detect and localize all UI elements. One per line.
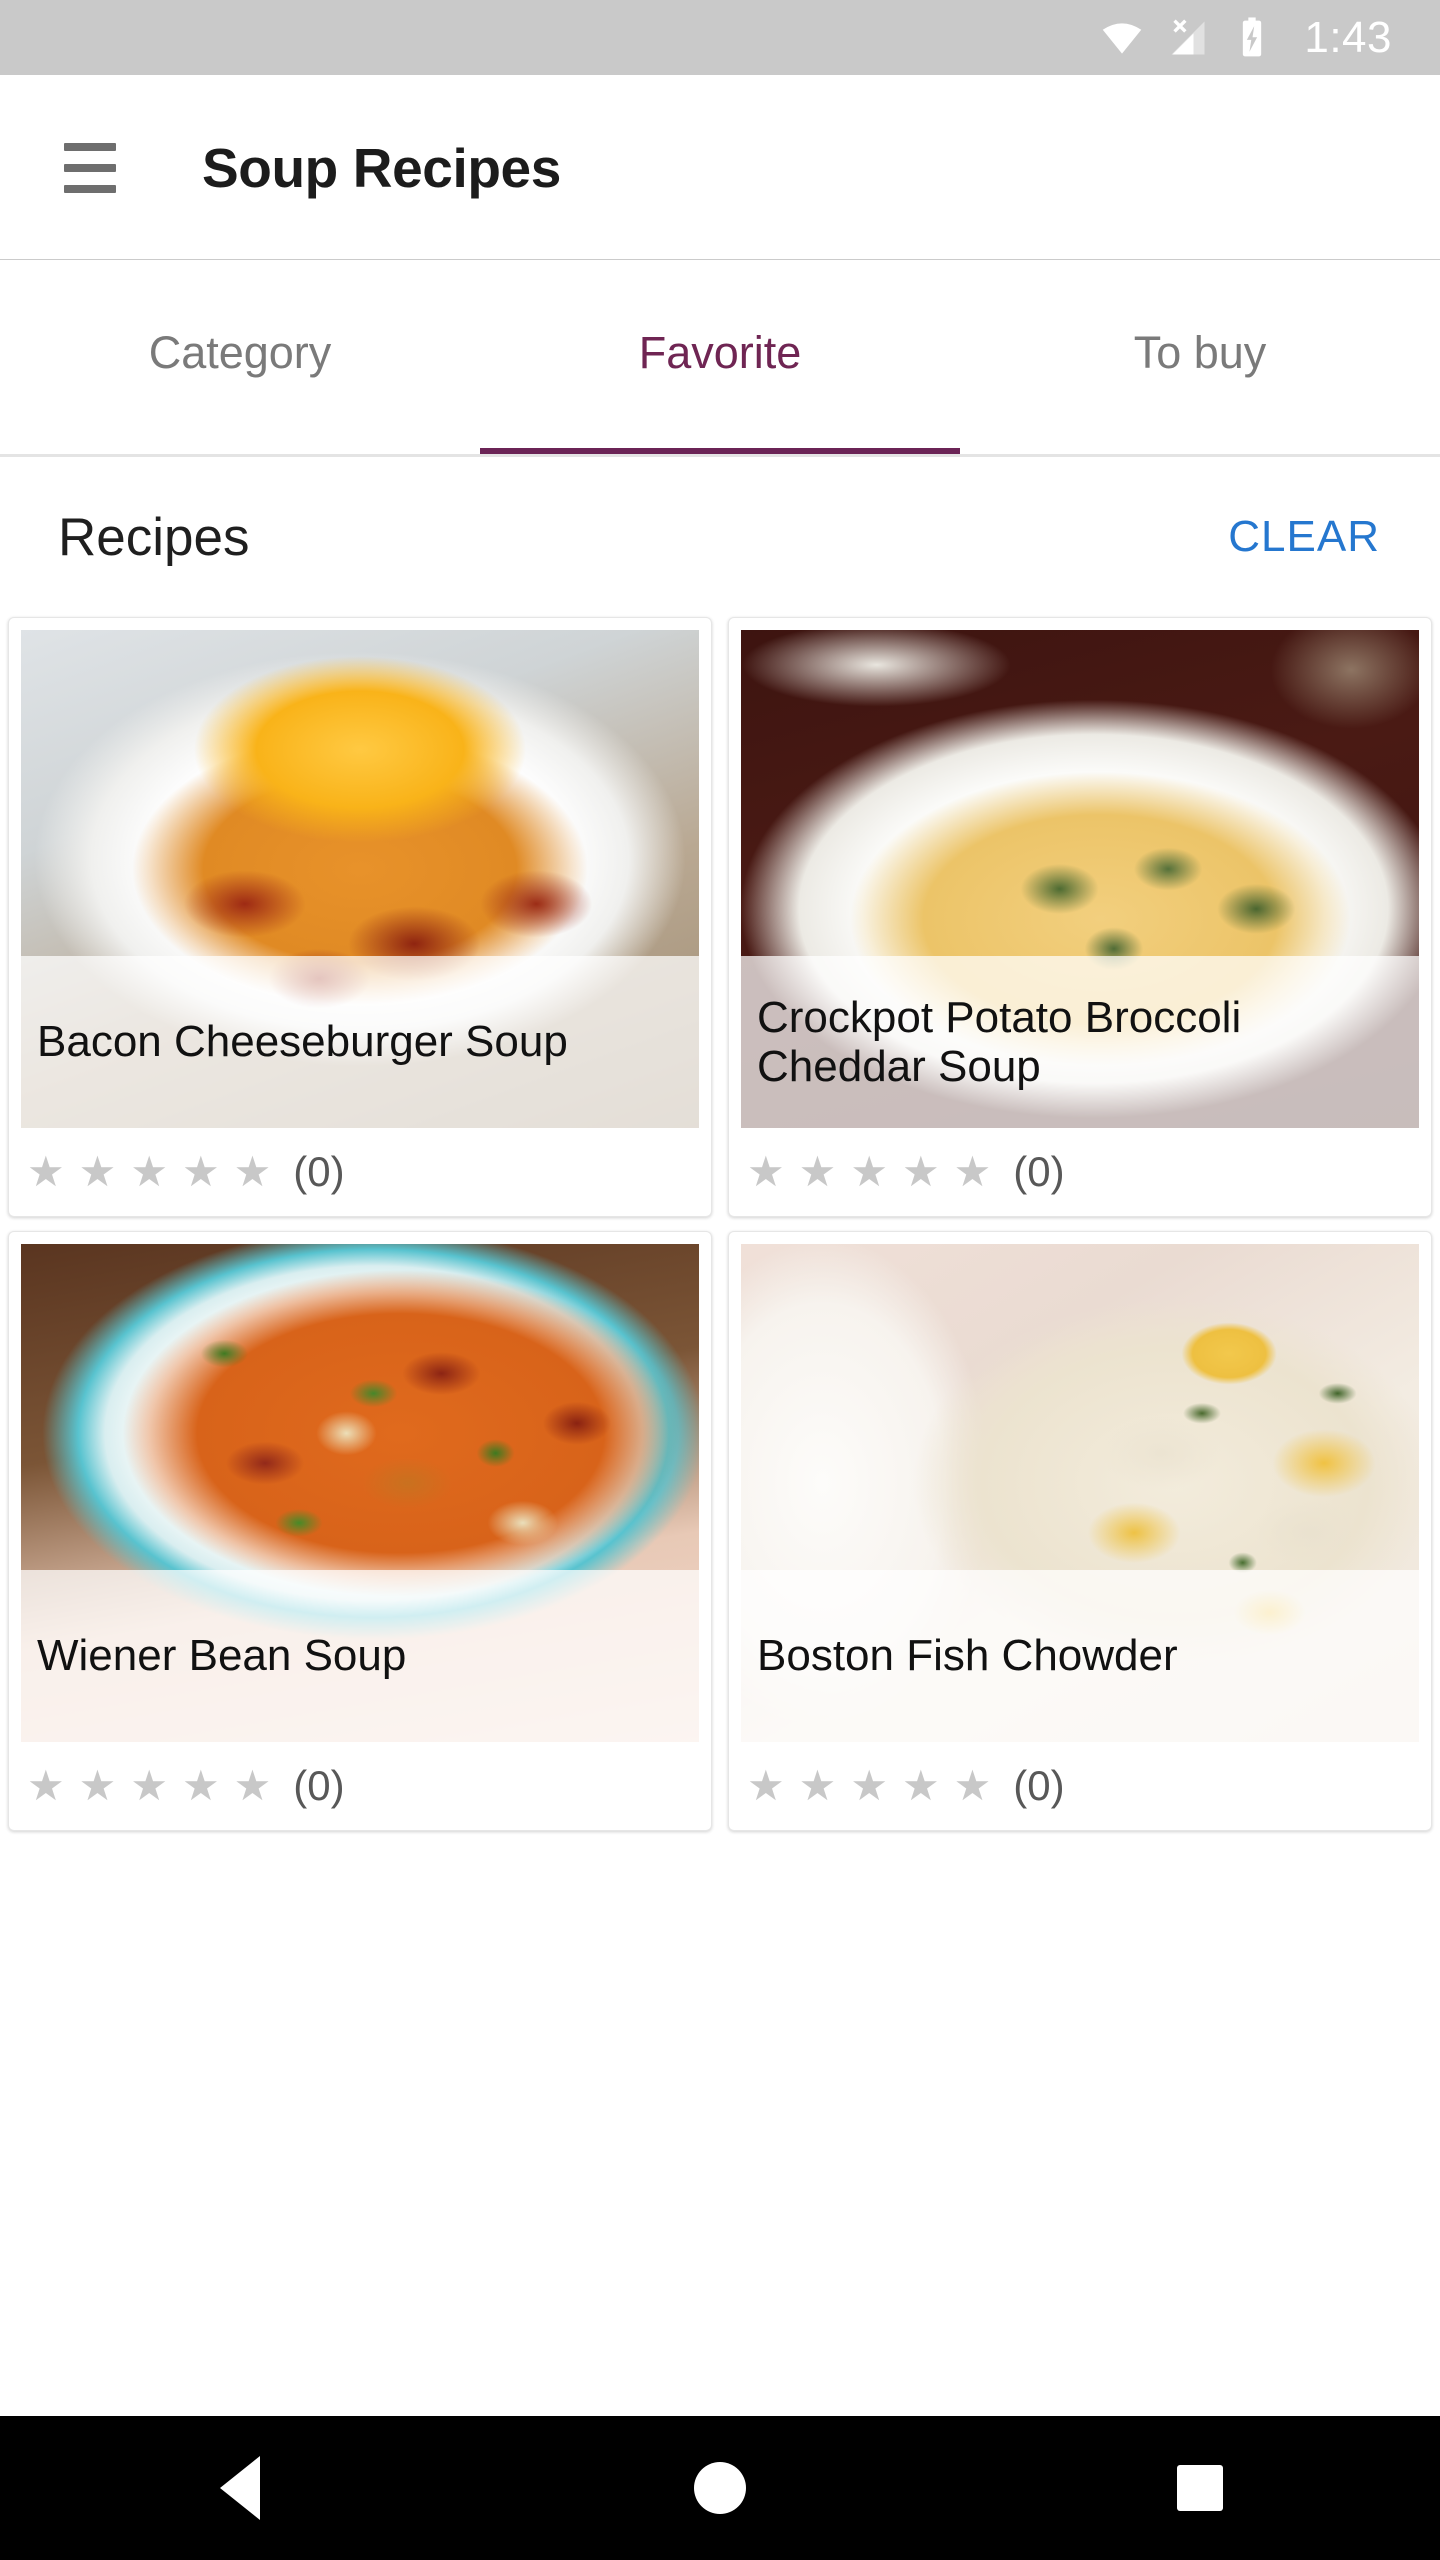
battery-charging-icon: [1232, 16, 1272, 60]
star-icon[interactable]: ★: [902, 1765, 940, 1807]
home-button[interactable]: [620, 2416, 820, 2560]
star-icon[interactable]: ★: [902, 1151, 940, 1193]
recipe-image-container: Boston Fish Chowder: [741, 1244, 1419, 1742]
recipe-rating-row[interactable]: ★ ★ ★ ★ ★ (0): [729, 1128, 1431, 1216]
star-icon[interactable]: ★: [850, 1151, 888, 1193]
star-rating[interactable]: ★ ★ ★ ★ ★: [27, 1765, 271, 1807]
tab-active-indicator: [480, 448, 960, 457]
recipe-title-band: Boston Fish Chowder: [741, 1570, 1419, 1742]
star-icon[interactable]: ★: [130, 1765, 168, 1807]
star-icon[interactable]: ★: [27, 1765, 65, 1807]
recipe-title-band: Crockpot Potato Broccoli Cheddar Soup: [741, 956, 1419, 1128]
recipe-image-container: Wiener Bean Soup: [21, 1244, 699, 1742]
recents-button[interactable]: [1100, 2416, 1300, 2560]
recipe-title: Crockpot Potato Broccoli Cheddar Soup: [757, 992, 1242, 1091]
star-icon[interactable]: ★: [954, 1765, 992, 1807]
star-icon[interactable]: ★: [79, 1151, 117, 1193]
page-title: Soup Recipes: [202, 136, 561, 199]
tab-bar: Category Favorite To buy: [0, 260, 1440, 457]
wifi-icon: [1100, 16, 1144, 60]
recipe-title: Wiener Bean Soup: [37, 1631, 407, 1681]
home-icon: [694, 2462, 746, 2514]
app-screen: 1:43 Soup Recipes Category Favorite To b…: [0, 0, 1440, 2560]
star-icon[interactable]: ★: [747, 1151, 785, 1193]
android-navigation-bar: [0, 2416, 1440, 2560]
star-icon[interactable]: ★: [234, 1151, 272, 1193]
tab-favorite[interactable]: Favorite: [480, 260, 960, 457]
rating-count: (0): [1013, 1148, 1065, 1195]
star-icon[interactable]: ★: [747, 1765, 785, 1807]
tab-to-buy[interactable]: To buy: [960, 260, 1440, 457]
star-icon[interactable]: ★: [234, 1765, 272, 1807]
section-title: Recipes: [58, 507, 250, 567]
content-area: Recipes CLEAR Bacon Cheeseburger Soup ★ …: [0, 457, 1440, 1831]
recipe-title-band: Bacon Cheeseburger Soup: [21, 956, 699, 1128]
recipe-rating-row[interactable]: ★ ★ ★ ★ ★ (0): [9, 1128, 711, 1216]
app-bar: Soup Recipes: [0, 75, 1440, 266]
back-button[interactable]: [140, 2416, 340, 2560]
recipe-title: Boston Fish Chowder: [757, 1631, 1178, 1681]
recipe-grid: Bacon Cheeseburger Soup ★ ★ ★ ★ ★ (0) Cr…: [0, 617, 1440, 1831]
star-rating[interactable]: ★ ★ ★ ★ ★: [747, 1765, 991, 1807]
recipe-image-container: Bacon Cheeseburger Soup: [21, 630, 699, 1128]
rating-count: (0): [1013, 1762, 1065, 1809]
star-icon[interactable]: ★: [27, 1151, 65, 1193]
rating-count: (0): [293, 1148, 345, 1195]
recipe-card[interactable]: Bacon Cheeseburger Soup ★ ★ ★ ★ ★ (0): [8, 617, 712, 1217]
tab-category[interactable]: Category: [0, 260, 480, 457]
recipe-title-band: Wiener Bean Soup: [21, 1570, 699, 1742]
cellular-no-signal-icon: [1166, 16, 1210, 60]
star-icon[interactable]: ★: [182, 1151, 220, 1193]
recipe-image-container: Crockpot Potato Broccoli Cheddar Soup: [741, 630, 1419, 1128]
section-header: Recipes CLEAR: [0, 457, 1440, 617]
star-icon[interactable]: ★: [799, 1765, 837, 1807]
back-icon: [220, 2456, 260, 2520]
star-icon[interactable]: ★: [850, 1765, 888, 1807]
star-icon[interactable]: ★: [954, 1151, 992, 1193]
rating-count: (0): [293, 1762, 345, 1809]
recipe-rating-row[interactable]: ★ ★ ★ ★ ★ (0): [729, 1742, 1431, 1830]
clear-button[interactable]: CLEAR: [1228, 512, 1380, 562]
star-rating[interactable]: ★ ★ ★ ★ ★: [747, 1151, 991, 1193]
star-icon[interactable]: ★: [182, 1765, 220, 1807]
star-icon[interactable]: ★: [79, 1765, 117, 1807]
recipe-title: Bacon Cheeseburger Soup: [37, 1017, 568, 1067]
recipe-card[interactable]: Boston Fish Chowder ★ ★ ★ ★ ★ (0): [728, 1231, 1432, 1831]
recipe-card[interactable]: Crockpot Potato Broccoli Cheddar Soup ★ …: [728, 617, 1432, 1217]
recipe-card[interactable]: Wiener Bean Soup ★ ★ ★ ★ ★ (0): [8, 1231, 712, 1831]
recents-icon: [1177, 2465, 1223, 2511]
star-icon[interactable]: ★: [799, 1151, 837, 1193]
star-rating[interactable]: ★ ★ ★ ★ ★: [27, 1151, 271, 1193]
hamburger-menu-icon[interactable]: [64, 142, 116, 193]
status-bar-time: 1:43: [1304, 12, 1392, 62]
status-bar: 1:43: [0, 0, 1440, 75]
recipe-rating-row[interactable]: ★ ★ ★ ★ ★ (0): [9, 1742, 711, 1830]
star-icon[interactable]: ★: [130, 1151, 168, 1193]
